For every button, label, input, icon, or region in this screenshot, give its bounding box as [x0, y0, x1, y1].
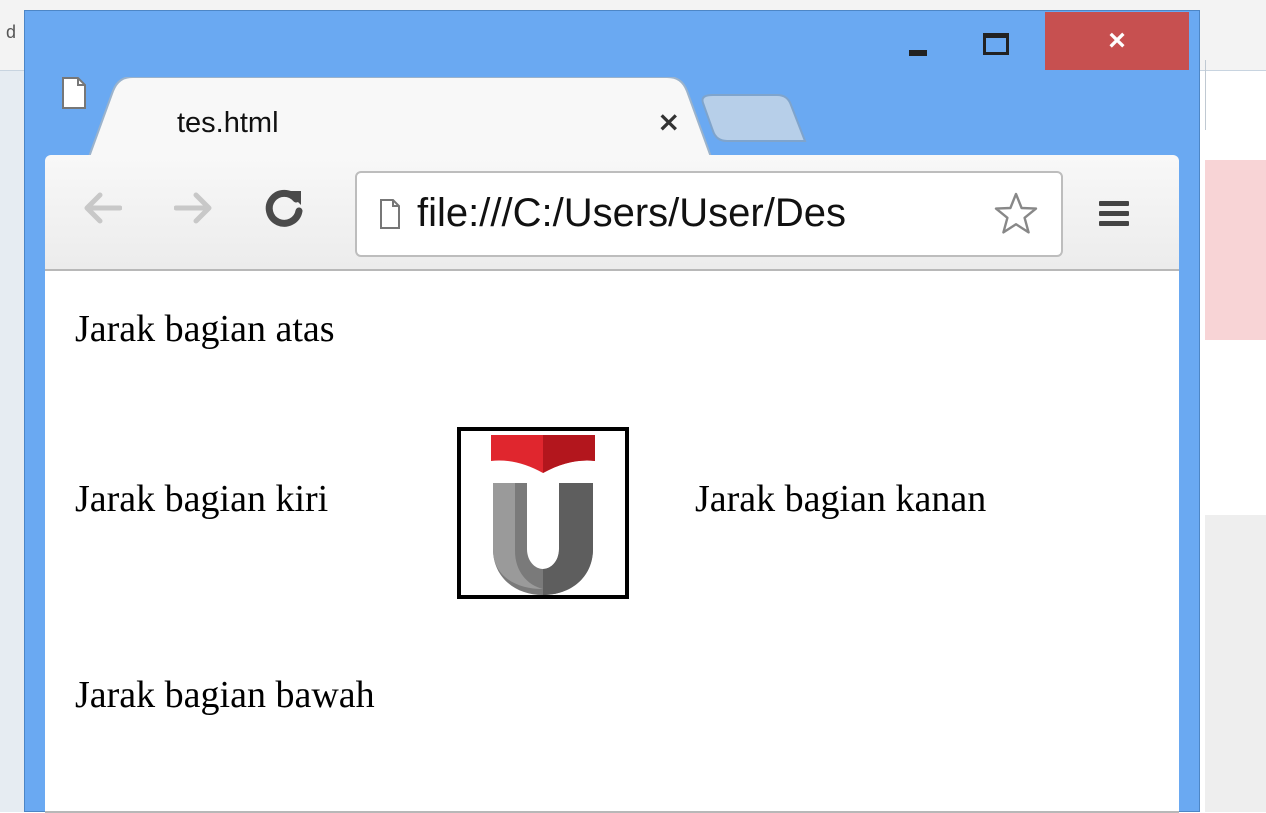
arrow-right-icon — [174, 192, 212, 224]
tab-close-icon[interactable]: × — [657, 105, 680, 138]
minimize-button[interactable] — [893, 13, 943, 75]
star-icon[interactable] — [993, 191, 1039, 237]
address-bar[interactable]: file:///C:/Users/User/Des — [355, 171, 1063, 257]
file-icon — [62, 77, 86, 109]
maximize-button[interactable] — [969, 13, 1023, 75]
text-top-spacing: Jarak bagian atas — [75, 308, 335, 350]
text-bottom-spacing: Jarak bagian bawah — [75, 674, 375, 716]
page-file-icon — [380, 199, 400, 229]
desktop-left-strip — [0, 0, 24, 812]
minimize-icon — [909, 50, 927, 56]
tab-title: tes.html — [177, 107, 279, 139]
maximize-icon — [983, 33, 1009, 55]
page-content: Jarak bagian atas Jarak bagian kiri Jara… — [45, 271, 1179, 811]
menu-icon[interactable] — [1099, 201, 1129, 227]
forward-button[interactable] — [171, 185, 217, 231]
arrow-left-icon — [84, 192, 122, 224]
reload-icon — [265, 189, 303, 227]
url-text[interactable]: file:///C:/Users/User/Des — [417, 191, 991, 236]
reload-button[interactable] — [261, 185, 307, 231]
text-left-spacing: Jarak bagian kiri — [75, 478, 329, 520]
new-tab-button[interactable] — [695, 93, 809, 143]
browser-window: × tes.html × file:///C:/Users/User/Des J… — [24, 10, 1200, 813]
telkom-university-logo — [457, 427, 629, 599]
background-text-fragment: d — [6, 22, 17, 42]
logo-icon — [491, 435, 595, 595]
background-gray-region — [1205, 515, 1266, 812]
close-icon: × — [1108, 24, 1126, 57]
text-right-spacing: Jarak bagian kanan — [695, 478, 987, 520]
close-window-button[interactable]: × — [1045, 12, 1189, 70]
background-pink-region — [1205, 160, 1266, 340]
browser-toolbar: file:///C:/Users/User/Des — [45, 155, 1179, 271]
background-divider — [1205, 60, 1206, 130]
back-button[interactable] — [79, 185, 125, 231]
